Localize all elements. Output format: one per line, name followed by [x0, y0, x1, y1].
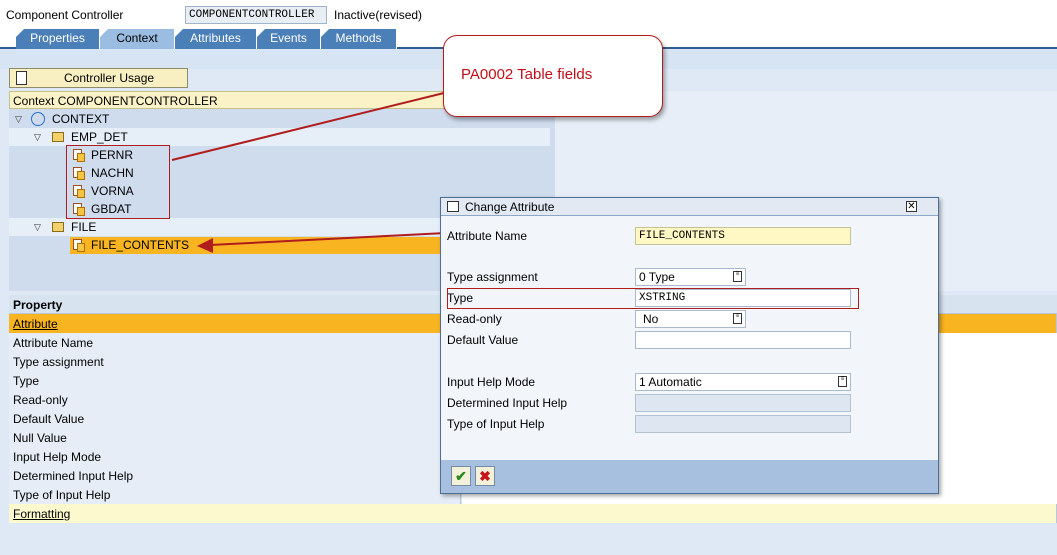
field-label: Type of Input Help [447, 417, 545, 431]
determined-input-help-field [635, 394, 851, 412]
type-of-input-help-field [635, 415, 851, 433]
dropdown-value: No [643, 312, 659, 326]
checkmark-icon[interactable]: ✔ [451, 466, 471, 486]
input-help-mode-dropdown[interactable]: 1 Automatic ≡ [635, 373, 851, 391]
annotation-callout: PA0002 Table fields [443, 35, 663, 117]
field-label: Input Help Mode [447, 375, 536, 389]
field-label: Type assignment [447, 270, 538, 284]
read-only-dropdown[interactable]: No ≡ [635, 310, 746, 328]
arrowhead-icon [197, 238, 213, 253]
dropdown-list-icon[interactable]: ≡ [733, 313, 742, 324]
arrow-line-callout [171, 91, 449, 161]
arrow-line-file-contents [209, 232, 447, 246]
field-label: Default Value [447, 333, 519, 347]
dropdown-value: 1 Automatic [639, 375, 702, 389]
field-label: Attribute Name [447, 229, 528, 243]
attribute-name-field[interactable]: FILE_CONTENTS [635, 227, 851, 245]
dropdown-list-icon[interactable]: ≡ [838, 376, 847, 387]
type-assignment-dropdown[interactable]: 0 Type ≡ [635, 268, 746, 286]
change-attribute-dialog: Change Attribute ✕ Attribute Name FILE_C… [440, 197, 939, 494]
dialog-footer [441, 460, 938, 493]
default-value-field[interactable] [635, 331, 851, 349]
dropdown-value: 0 Type [639, 270, 675, 284]
dropdown-list-icon[interactable]: ≡ [733, 271, 742, 282]
edit-icon [447, 201, 459, 212]
cancel-x-icon[interactable]: ✖ [475, 466, 495, 486]
field-label: Determined Input Help [447, 396, 568, 410]
close-icon[interactable]: ✕ [906, 201, 917, 212]
highlight-box [447, 288, 859, 309]
dialog-title: Change Attribute [441, 198, 938, 216]
field-label: Read-only [447, 312, 502, 326]
